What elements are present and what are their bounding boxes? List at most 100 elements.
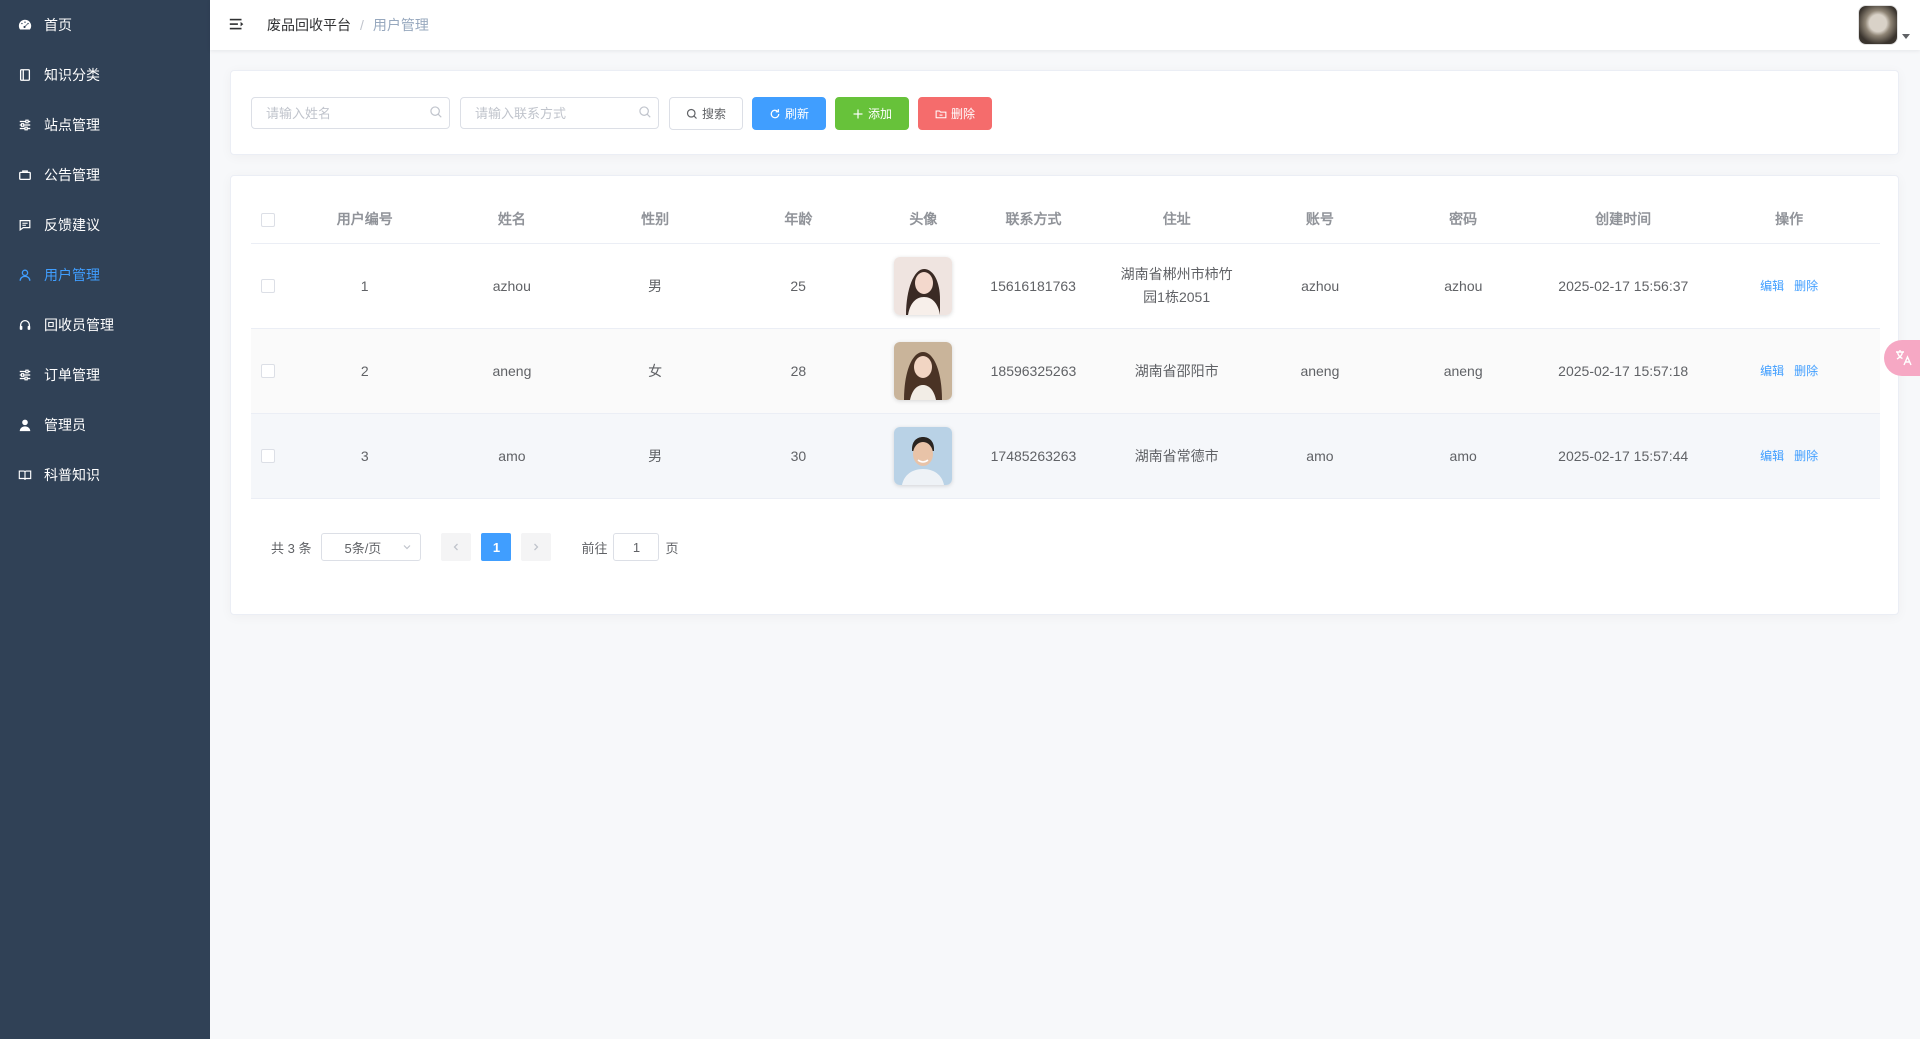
name-search-input[interactable] bbox=[251, 97, 450, 129]
user-account: amo bbox=[1306, 447, 1334, 464]
delete-button-label: 删除 bbox=[950, 107, 975, 121]
column-header: 账号 bbox=[1305, 211, 1334, 227]
column-header: 头像 bbox=[909, 211, 938, 227]
search-icon bbox=[686, 108, 697, 119]
delete-link[interactable]: 删除 bbox=[1794, 275, 1818, 298]
row-select-cell bbox=[251, 449, 291, 463]
user-avatar-dropdown[interactable] bbox=[1858, 5, 1910, 45]
user-avatar-photo[interactable] bbox=[894, 342, 953, 400]
row-checkbox[interactable] bbox=[261, 364, 275, 378]
select-all-cell bbox=[251, 212, 291, 227]
column-header: 用户编号 bbox=[336, 211, 393, 227]
row-checkbox[interactable] bbox=[261, 449, 275, 463]
hamburger-icon[interactable] bbox=[227, 15, 247, 35]
sidebar-item-notice-management[interactable]: 公告管理 bbox=[0, 150, 210, 200]
sidebar-item-site-management[interactable]: 站点管理 bbox=[0, 100, 210, 150]
user-created-time: 2025-02-17 15:57:44 bbox=[1558, 447, 1689, 464]
user-icon bbox=[18, 268, 32, 282]
row-checkbox[interactable] bbox=[261, 279, 275, 293]
user-id: 1 bbox=[360, 277, 369, 294]
user-account: azhou bbox=[1301, 277, 1340, 294]
sidebar: 首页 知识分类 站点管理 公告管理 反馈建议 用户管理 回收员管理 订单管理 管… bbox=[0, 0, 210, 1039]
table-row: 2 aneng 女 28 18596325263 湖南省邵阳市 aneng an… bbox=[251, 329, 1880, 414]
book-icon bbox=[18, 68, 32, 82]
column-header: 创建时间 bbox=[1595, 211, 1652, 227]
sidebar-item-label: 反馈建议 bbox=[44, 217, 100, 233]
avatar[interactable] bbox=[1858, 5, 1898, 45]
translate-float-button[interactable] bbox=[1884, 340, 1920, 376]
message-icon bbox=[18, 218, 32, 232]
row-select-cell bbox=[251, 364, 291, 378]
add-button[interactable]: 添加 bbox=[835, 97, 909, 130]
user-password: amo bbox=[1449, 447, 1477, 464]
breadcrumb-home[interactable]: 废品回收平台 bbox=[267, 15, 351, 35]
row-select-cell bbox=[251, 279, 291, 293]
select-all-checkbox[interactable] bbox=[261, 212, 275, 227]
sidebar-item-collector-management[interactable]: 回收员管理 bbox=[0, 300, 210, 350]
sidebar-item-science-knowledge[interactable]: 科普知识 bbox=[0, 450, 210, 500]
prev-page-button[interactable] bbox=[441, 533, 472, 561]
delete-link[interactable]: 删除 bbox=[1794, 360, 1818, 383]
sidebar-item-order-management[interactable]: 订单管理 bbox=[0, 350, 210, 400]
page-number-active[interactable]: 1 bbox=[481, 533, 512, 561]
breadcrumb-separator: / bbox=[360, 17, 364, 33]
actions-cell: 编辑 删除 bbox=[1698, 360, 1880, 383]
search-button-label: 搜索 bbox=[701, 107, 726, 121]
page-jumper: 前往 页 bbox=[581, 533, 679, 561]
sidebar-item-knowledge-category[interactable]: 知识分类 bbox=[0, 50, 210, 100]
user-gender: 男 bbox=[648, 447, 663, 464]
user-phone: 18596325263 bbox=[990, 362, 1077, 379]
user-address: 湖南省邵阳市 bbox=[1134, 362, 1219, 379]
chevron-left-icon bbox=[454, 543, 459, 551]
user-address: 湖南省常德市 bbox=[1134, 447, 1219, 464]
pagination-total: 共 3 条 bbox=[271, 540, 312, 556]
sidebar-item-label: 用户管理 bbox=[44, 267, 100, 283]
user-avatar-photo[interactable] bbox=[894, 427, 953, 485]
sidebar-item-home[interactable]: 首页 bbox=[0, 0, 210, 50]
user-age: 25 bbox=[790, 277, 806, 294]
table-row: 3 amo 男 30 17485263263 湖南省常德市 amo amo 20… bbox=[251, 414, 1880, 499]
sidebar-item-label: 科普知识 bbox=[44, 467, 100, 483]
goto-prefix: 前往 bbox=[581, 540, 608, 556]
goto-page-input[interactable] bbox=[613, 533, 660, 561]
goto-suffix: 页 bbox=[665, 540, 679, 556]
page-size-select[interactable]: 5条/页 bbox=[321, 533, 422, 561]
sidebar-item-user-management[interactable]: 用户管理 bbox=[0, 250, 210, 300]
user-password: azhou bbox=[1444, 277, 1483, 294]
pagination: 共 3 条 5条/页 1 前往 页 bbox=[271, 533, 679, 561]
avatar-cell bbox=[871, 257, 975, 315]
batch-delete-button[interactable]: 删除 bbox=[918, 97, 992, 130]
user-name: azhou bbox=[492, 277, 531, 294]
user-avatar-photo[interactable] bbox=[894, 257, 953, 315]
add-button-label: 添加 bbox=[867, 107, 892, 121]
caret-down-icon bbox=[1902, 34, 1910, 39]
column-header: 住址 bbox=[1162, 211, 1191, 227]
user-gender: 男 bbox=[647, 277, 662, 294]
edit-link[interactable]: 编辑 bbox=[1760, 445, 1784, 468]
actions-cell: 编辑 删除 bbox=[1698, 445, 1880, 468]
user-phone: 15616181763 bbox=[990, 277, 1076, 294]
user-address: 湖南省郴州市柿竹园1栋2051 bbox=[1120, 266, 1233, 305]
search-icon bbox=[430, 106, 442, 118]
search-panel: 搜索 刷新 添加 删除 bbox=[230, 70, 1899, 155]
refresh-button[interactable]: 刷新 bbox=[752, 97, 826, 130]
user-created-time: 2025-02-17 15:57:18 bbox=[1558, 362, 1689, 379]
sidebar-item-admin[interactable]: 管理员 bbox=[0, 400, 210, 450]
user-password: aneng bbox=[1443, 362, 1483, 379]
phone-search-input[interactable] bbox=[460, 97, 659, 129]
user-created-time: 2025-02-17 15:56:37 bbox=[1558, 277, 1689, 294]
user-account: aneng bbox=[1300, 362, 1340, 379]
open-book-icon bbox=[18, 468, 32, 482]
next-page-button[interactable] bbox=[521, 533, 552, 561]
edit-link[interactable]: 编辑 bbox=[1760, 360, 1784, 383]
search-button[interactable]: 搜索 bbox=[669, 97, 743, 130]
edit-link[interactable]: 编辑 bbox=[1760, 275, 1784, 298]
sidebar-item-feedback[interactable]: 反馈建议 bbox=[0, 200, 210, 250]
user-age: 28 bbox=[790, 362, 807, 379]
user-table: 用户编号 姓名 性别 年龄 头像 联系方式 住址 账号 密码 创建时间 操作 1… bbox=[251, 196, 1880, 499]
search-icon bbox=[639, 106, 651, 118]
briefcase-icon bbox=[18, 168, 32, 182]
delete-link[interactable]: 删除 bbox=[1794, 445, 1818, 468]
chevron-right-icon bbox=[534, 543, 539, 551]
user-gender: 女 bbox=[648, 362, 663, 379]
